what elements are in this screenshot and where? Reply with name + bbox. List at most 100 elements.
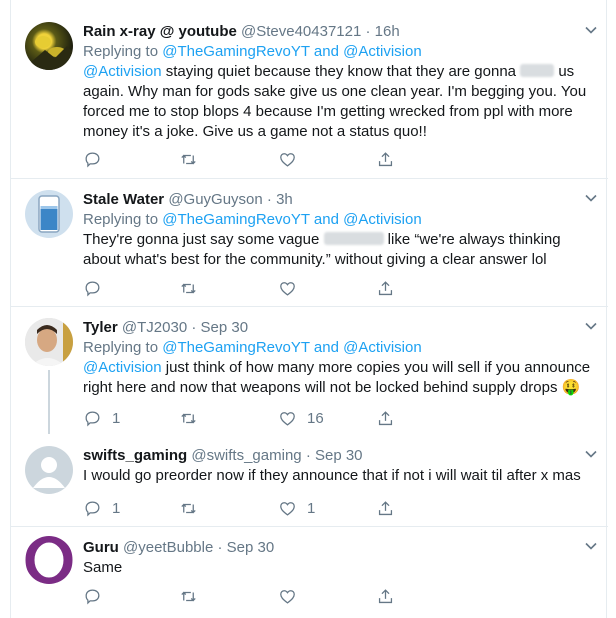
- timeline: Rain x-ray @ youtube @Steve40437121 · 16…: [10, 0, 608, 618]
- replying-to: Replying to @TheGamingRevoYT and @Activi…: [83, 338, 594, 358]
- share-icon[interactable]: [376, 497, 395, 519]
- share-icon[interactable]: [376, 407, 395, 429]
- avatar[interactable]: [25, 190, 73, 238]
- dot-separator: ·: [305, 447, 311, 464]
- mention-link[interactable]: @Activision: [83, 63, 162, 80]
- retweet-icon[interactable]: [179, 277, 198, 299]
- tweet-text: They're gonna just say some vague like “…: [83, 230, 594, 270]
- redaction: [323, 232, 384, 245]
- replying-label: Replying to: [83, 211, 159, 228]
- tweet-actions: [83, 148, 443, 170]
- avatar-image: [25, 36, 73, 70]
- retweet-icon[interactable]: [179, 585, 198, 607]
- tweet-actions: 1 1: [83, 497, 443, 519]
- handle[interactable]: @GuyGuyson: [168, 191, 262, 208]
- divider: [11, 526, 608, 527]
- divider: [11, 178, 608, 179]
- tweet-header: Guru @yeetBubble · Sep 30: [83, 538, 597, 558]
- tweet-header: Rain x-ray @ youtube @Steve40437121 · 16…: [83, 22, 597, 42]
- tweet-text: I would go preorder now if they announce…: [83, 467, 581, 484]
- timestamp[interactable]: Sep 30: [227, 539, 275, 556]
- like-button[interactable]: 16: [278, 407, 324, 429]
- display-name[interactable]: Guru: [83, 539, 119, 556]
- chevron-down-icon[interactable]: [584, 22, 598, 42]
- dot-separator: ·: [365, 23, 371, 40]
- reply-icon: [85, 411, 100, 426]
- redaction: [520, 64, 555, 77]
- timestamp[interactable]: Sep 30: [315, 447, 363, 464]
- display-name[interactable]: swifts_gaming: [83, 447, 187, 464]
- tweet-header: Stale Water @GuyGuyson · 3h: [83, 190, 597, 210]
- reply-button[interactable]: 1: [83, 497, 120, 519]
- timestamp[interactable]: 16h: [375, 23, 400, 40]
- retweet-icon[interactable]: [179, 148, 198, 170]
- like-count: 1: [307, 499, 316, 517]
- tweet-actions: 1 16: [83, 407, 443, 429]
- replying-to: Replying to @TheGamingRevoYT and @Activi…: [83, 42, 594, 62]
- like-count: 16: [307, 409, 324, 427]
- tweet-text-part: They're gonna just say some vague: [83, 231, 324, 248]
- thread-line: [48, 370, 50, 434]
- dot-separator: ·: [266, 191, 272, 208]
- like-icon[interactable]: [278, 585, 297, 607]
- reply-icon[interactable]: [83, 585, 102, 607]
- retweet-icon[interactable]: [179, 407, 198, 429]
- tweet-actions: [83, 277, 443, 299]
- avatar[interactable]: [25, 536, 73, 584]
- replying-users-link[interactable]: @TheGamingRevoYT and @Activision: [162, 339, 421, 356]
- reply-button[interactable]: 1: [83, 407, 120, 429]
- handle[interactable]: @Steve40437121: [241, 23, 361, 40]
- share-icon[interactable]: [376, 277, 395, 299]
- chevron-down-icon[interactable]: [584, 318, 598, 338]
- like-icon: [280, 411, 295, 426]
- timestamp[interactable]: 3h: [276, 191, 293, 208]
- avatar[interactable]: [25, 22, 73, 70]
- avatar-image: [25, 536, 73, 584]
- like-icon[interactable]: [278, 148, 297, 170]
- tweet-text-part: again. Why man for gods sake give us one…: [83, 83, 587, 140]
- retweet-icon[interactable]: [179, 497, 198, 519]
- display-name[interactable]: Rain x-ray @ youtube: [83, 23, 237, 40]
- like-icon[interactable]: [278, 277, 297, 299]
- replying-label: Replying to: [83, 43, 159, 60]
- dot-separator: ·: [191, 319, 197, 336]
- divider: [11, 306, 608, 307]
- reply-count: 1: [112, 409, 121, 427]
- tweet-text: @Activision just think of how many more …: [83, 358, 594, 398]
- reply-icon: [85, 501, 100, 516]
- avatar[interactable]: [25, 446, 73, 494]
- reply-icon[interactable]: [83, 148, 102, 170]
- tweet-text-part: staying quiet because they know that the…: [161, 63, 516, 80]
- like-button[interactable]: 1: [278, 497, 315, 519]
- share-icon[interactable]: [376, 585, 395, 607]
- tweet-actions: [83, 585, 443, 607]
- tweet-text: Same: [83, 559, 123, 576]
- replying-users-link[interactable]: @TheGamingRevoYT and @Activision: [162, 43, 421, 60]
- dot-separator: ·: [217, 539, 223, 556]
- avatar-image: [25, 318, 73, 366]
- tweet-text: @Activision staying quiet because they k…: [83, 62, 594, 142]
- replying-to: Replying to @TheGamingRevoYT and @Activi…: [83, 210, 594, 230]
- tweet-header: swifts_gaming @swifts_gaming · Sep 30: [83, 446, 597, 466]
- chevron-down-icon[interactable]: [584, 446, 598, 466]
- display-name[interactable]: Stale Water: [83, 191, 164, 208]
- chevron-down-icon[interactable]: [584, 190, 598, 210]
- share-icon[interactable]: [376, 148, 395, 170]
- reply-icon[interactable]: [83, 277, 102, 299]
- avatar[interactable]: [25, 318, 73, 366]
- like-icon: [280, 501, 295, 516]
- handle[interactable]: @yeetBubble: [123, 539, 213, 556]
- chevron-down-icon[interactable]: [584, 538, 598, 558]
- tweet-text-part: us: [554, 63, 575, 80]
- display-name[interactable]: Tyler: [83, 319, 118, 336]
- mention-link[interactable]: @Activision: [83, 359, 162, 376]
- replying-label: Replying to: [83, 339, 159, 356]
- tweet-header: Tyler @TJ2030 · Sep 30: [83, 318, 597, 338]
- handle[interactable]: @TJ2030: [122, 319, 187, 336]
- avatar-image: [38, 195, 60, 233]
- timestamp[interactable]: Sep 30: [201, 319, 249, 336]
- reply-count: 1: [112, 499, 121, 517]
- replying-users-link[interactable]: @TheGamingRevoYT and @Activision: [162, 211, 421, 228]
- handle[interactable]: @swifts_gaming: [191, 447, 301, 464]
- default-avatar-icon: [33, 457, 65, 488]
